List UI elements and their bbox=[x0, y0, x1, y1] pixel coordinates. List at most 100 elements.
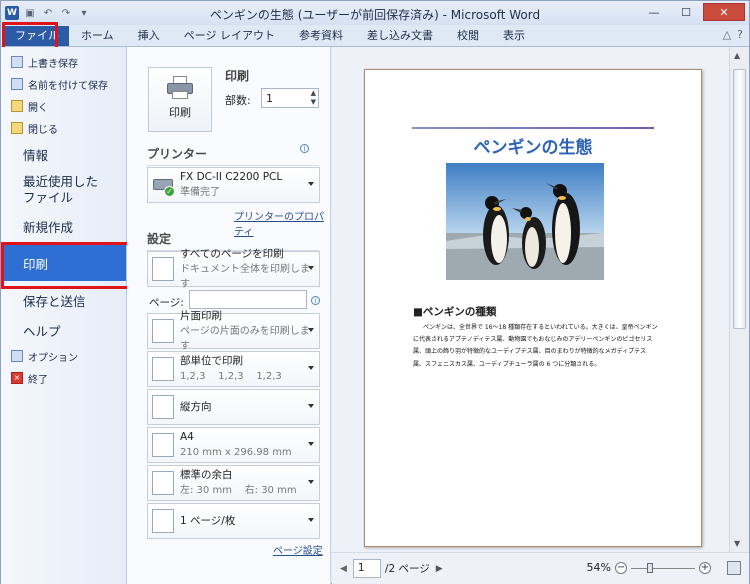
nav-recent-label-1: 最近使用した bbox=[23, 174, 99, 189]
zoom-level: 54% bbox=[586, 561, 611, 574]
nav-info[interactable]: 情報 bbox=[1, 139, 126, 169]
backstage-nav: 上書き保存 名前を付けて保存 開く 閉じる 情報 最近使用した ファイル 新規作… bbox=[1, 47, 138, 584]
nav-exit-label: 終了 bbox=[28, 374, 48, 386]
exit-icon: × bbox=[11, 372, 23, 384]
nav-save-as[interactable]: 名前を付けて保存 bbox=[1, 73, 126, 95]
word-logo-icon[interactable]: W bbox=[5, 6, 19, 20]
zoom-to-page-icon[interactable] bbox=[727, 561, 741, 575]
nav-exit[interactable]: × 終了 bbox=[1, 367, 126, 389]
nav-close-label: 閉じる bbox=[28, 124, 58, 136]
nav-help[interactable]: ヘルプ bbox=[1, 315, 126, 345]
portrait-icon bbox=[152, 395, 174, 419]
tab-insert[interactable]: 挿入 bbox=[126, 26, 172, 46]
nav-options[interactable]: オプション bbox=[1, 345, 126, 367]
chevron-down-icon bbox=[308, 366, 314, 370]
nav-new[interactable]: 新規作成 bbox=[1, 211, 126, 241]
scroll-up-icon[interactable]: ▲ bbox=[734, 51, 740, 60]
print-settings-panel: 印刷 印刷 部数: 1 ▲ ▼ プリンター i ✓ FX DC-II C2200 … bbox=[127, 47, 331, 584]
customize-toolbar-icon[interactable]: ▾ bbox=[77, 6, 91, 20]
printer-icon bbox=[166, 76, 194, 100]
pages-per-sheet-dropdown[interactable]: 1 ページ/枚 bbox=[147, 503, 320, 539]
previous-page-icon[interactable]: ◀ bbox=[340, 564, 347, 574]
chevron-down-icon bbox=[308, 480, 314, 484]
copies-label: 部数: bbox=[225, 94, 251, 107]
page-setup-link[interactable]: ページ設定 bbox=[273, 542, 323, 557]
options-icon bbox=[11, 350, 23, 362]
chevron-down-icon bbox=[308, 404, 314, 408]
penguin-photo bbox=[446, 163, 604, 280]
redo-icon[interactable]: ↷ bbox=[59, 6, 73, 20]
nav-open-label: 開く bbox=[28, 102, 48, 114]
printer-section-title: プリンター bbox=[147, 147, 208, 161]
margins-main: 標準の余白 bbox=[180, 469, 233, 481]
tab-home[interactable]: ホーム bbox=[69, 26, 126, 46]
zoom-out-icon[interactable]: − bbox=[615, 561, 627, 574]
copies-value: 1 bbox=[266, 91, 273, 105]
zoom-in-icon[interactable]: + bbox=[699, 561, 711, 574]
paper-size-dropdown[interactable]: A4 210 mm x 296.98 mm bbox=[147, 427, 320, 463]
collate-icon bbox=[152, 357, 174, 381]
sides-dropdown[interactable]: 片面印刷 ページの片面のみを印刷します bbox=[147, 310, 320, 352]
one-sided-icon bbox=[152, 319, 174, 343]
minimize-ribbon-icon[interactable]: △ bbox=[723, 28, 731, 41]
orientation-dropdown[interactable]: 縦方向 bbox=[147, 389, 320, 425]
tab-review[interactable]: 校閲 bbox=[445, 26, 491, 46]
page-total: /2 ページ bbox=[384, 563, 430, 575]
nav-save[interactable]: 上書き保存 bbox=[1, 51, 126, 73]
close-folder-icon bbox=[11, 122, 23, 134]
tab-view[interactable]: 表示 bbox=[491, 26, 537, 46]
save-as-icon bbox=[11, 78, 23, 90]
undo-icon[interactable]: ↶ bbox=[41, 6, 55, 20]
zoom-slider[interactable] bbox=[631, 562, 695, 574]
printer-status: 準備完了 bbox=[180, 187, 220, 198]
printer-dropdown[interactable]: ✓ FX DC-II C2200 PCL 準備完了 bbox=[147, 167, 320, 203]
info-icon[interactable]: i bbox=[311, 296, 320, 305]
collate-sub: 1,2,3 1,2,3 1,2,3 bbox=[180, 371, 282, 382]
nav-close[interactable]: 閉じる bbox=[1, 117, 126, 139]
print-button-label: 印刷 bbox=[169, 106, 191, 119]
tab-page-layout[interactable]: ページ レイアウト bbox=[172, 26, 287, 46]
nav-print[interactable]: 印刷 bbox=[1, 242, 138, 289]
print-range-main: すべてのページを印刷 bbox=[180, 247, 284, 260]
zoom-control: 54% − + bbox=[587, 561, 711, 574]
minimize-button[interactable]: — bbox=[639, 3, 669, 21]
collate-dropdown[interactable]: 部単位で印刷 1,2,3 1,2,3 1,2,3 bbox=[147, 351, 320, 387]
ribbon-tabs: ファイル ホーム 挿入 ページ レイアウト 参考資料 差し込み文書 校閲 表示 … bbox=[1, 22, 749, 53]
collate-main: 部単位で印刷 bbox=[180, 355, 243, 367]
pages-input[interactable] bbox=[189, 290, 307, 309]
nav-save-label: 上書き保存 bbox=[28, 58, 78, 70]
chevron-down-icon bbox=[308, 182, 314, 186]
title-bar: W ▣ ↶ ↷ ▾ ペンギンの生態 (ユーザーが前回保存済み) - Micros… bbox=[1, 1, 749, 25]
maximize-button[interactable]: ☐ bbox=[671, 3, 701, 21]
chevron-down-icon bbox=[308, 518, 314, 522]
nav-recent[interactable]: 最近使用した ファイル bbox=[1, 169, 126, 211]
spinner-arrows-icon[interactable]: ▲ ▼ bbox=[311, 89, 316, 107]
sides-main: 片面印刷 bbox=[180, 309, 222, 322]
zoom-slider-knob[interactable] bbox=[646, 562, 653, 573]
help-icon[interactable]: ? bbox=[737, 28, 743, 41]
window-title: ペンギンの生態 (ユーザーが前回保存済み) - Microsoft Word bbox=[209, 8, 541, 22]
info-icon[interactable]: i bbox=[300, 144, 309, 153]
save-icon bbox=[11, 56, 23, 68]
vertical-scrollbar[interactable]: ▲ ▼ bbox=[729, 47, 749, 552]
nav-save-send[interactable]: 保存と送信 bbox=[1, 285, 126, 315]
chevron-down-icon bbox=[308, 266, 314, 270]
pages-label: ページ: bbox=[149, 297, 184, 309]
print-button[interactable]: 印刷 bbox=[148, 67, 212, 132]
page-number-input[interactable]: 1 bbox=[352, 559, 381, 578]
tab-file[interactable]: ファイル bbox=[2, 22, 69, 53]
scroll-thumb[interactable] bbox=[733, 69, 746, 329]
margins-dropdown[interactable]: 標準の余白 左: 30 mm 右: 30 mm bbox=[147, 465, 320, 501]
penguin-photo-graphic bbox=[446, 163, 604, 280]
tab-mailings[interactable]: 差し込み文書 bbox=[355, 26, 445, 46]
nav-open[interactable]: 開く bbox=[1, 95, 126, 117]
scroll-down-icon[interactable]: ▼ bbox=[734, 539, 740, 548]
tab-references[interactable]: 参考資料 bbox=[287, 26, 355, 46]
copies-spinner[interactable]: 1 ▲ ▼ bbox=[261, 88, 319, 108]
save-icon[interactable]: ▣ bbox=[23, 6, 37, 20]
next-page-icon[interactable]: ▶ bbox=[436, 564, 443, 574]
orientation-main: 縦方向 bbox=[180, 400, 212, 413]
preview-status-bar: ◀ 1 /2 ページ ▶ 54% − + bbox=[332, 552, 749, 584]
print-range-dropdown[interactable]: すべてのページを印刷 ドキュメント全体を印刷します bbox=[147, 248, 320, 290]
close-button[interactable]: ✕ bbox=[703, 3, 745, 21]
